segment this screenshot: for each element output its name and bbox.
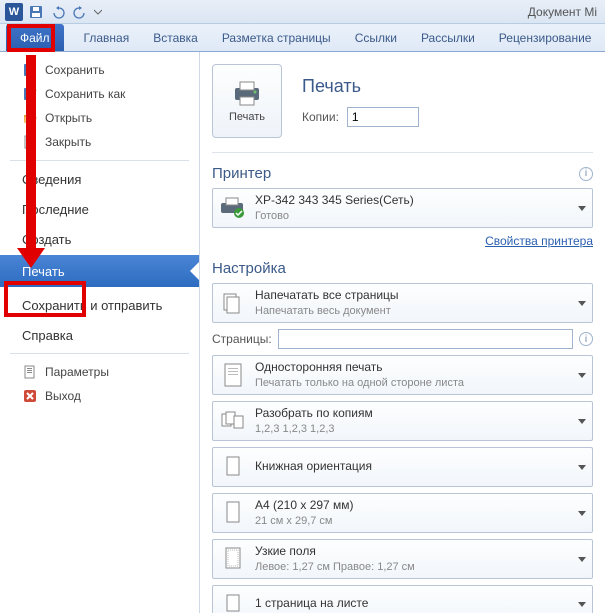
nav-options-label: Параметры bbox=[45, 365, 109, 379]
chevron-down-icon bbox=[578, 557, 586, 562]
tab-layout[interactable]: Разметка страницы bbox=[210, 24, 343, 51]
sheet-icon bbox=[219, 590, 247, 613]
margins-icon bbox=[219, 545, 247, 573]
tab-references[interactable]: Ссылки bbox=[343, 24, 409, 51]
save-as-icon bbox=[22, 86, 38, 102]
nav-exit-label: Выход bbox=[45, 389, 81, 403]
title-bar: W Документ Mi bbox=[0, 0, 605, 24]
print-title: Печать bbox=[302, 76, 419, 97]
print-range-dropdown[interactable]: Напечатать все страницы Напечатать весь … bbox=[212, 283, 593, 323]
copies-label: Копии: bbox=[302, 110, 339, 124]
pages-per-sheet-dropdown[interactable]: 1 страница на листе bbox=[212, 585, 593, 613]
chevron-down-icon bbox=[578, 206, 586, 211]
paper-size-dropdown[interactable]: A4 (210 x 297 мм) 21 см x 29,7 см bbox=[212, 493, 593, 533]
printer-icon bbox=[219, 194, 247, 222]
page-single-icon bbox=[219, 361, 247, 389]
close-icon bbox=[22, 134, 38, 150]
qat-customize-icon[interactable] bbox=[92, 2, 104, 22]
nav-separator bbox=[10, 160, 189, 161]
printer-header: Принтер i bbox=[212, 165, 593, 182]
settings-header: Настройка bbox=[212, 260, 593, 277]
open-icon bbox=[22, 110, 38, 126]
nav-print[interactable]: Печать bbox=[0, 255, 199, 287]
ribbon-tabs: Файл Главная Вставка Разметка страницы С… bbox=[0, 24, 605, 52]
pages-label: Страницы: bbox=[212, 332, 272, 346]
nav-separator bbox=[10, 353, 189, 354]
pages-row: Страницы: i bbox=[212, 329, 593, 349]
printer-properties-link[interactable]: Свойства принтера bbox=[485, 234, 593, 248]
collate-dropdown[interactable]: Разобрать по копиям 1,2,3 1,2,3 1,2,3 bbox=[212, 401, 593, 441]
chevron-down-icon bbox=[578, 511, 586, 516]
nav-save[interactable]: Сохранить bbox=[0, 58, 199, 82]
pages-info-icon[interactable]: i bbox=[579, 332, 593, 346]
orientation-dropdown[interactable]: Книжная ориентация bbox=[212, 447, 593, 487]
nav-open[interactable]: Открыть bbox=[0, 106, 199, 130]
tab-review[interactable]: Рецензирование bbox=[487, 24, 604, 51]
backstage-nav: Сохранить Сохранить как Открыть Закрыть … bbox=[0, 52, 200, 613]
collate-icon bbox=[219, 407, 247, 435]
tab-file[interactable]: Файл bbox=[6, 24, 64, 51]
tab-home[interactable]: Главная bbox=[72, 24, 142, 51]
word-app-icon[interactable]: W bbox=[4, 2, 24, 22]
printer-name: XP-342 343 345 Series(Сеть) bbox=[255, 193, 572, 209]
nav-recent[interactable]: Последние bbox=[0, 197, 199, 221]
tab-insert[interactable]: Вставка bbox=[141, 24, 210, 51]
copies-row: Копии: bbox=[302, 107, 419, 127]
chevron-down-icon bbox=[578, 301, 586, 306]
nav-open-label: Открыть bbox=[45, 111, 92, 125]
pages-icon bbox=[219, 289, 247, 317]
redo-icon[interactable] bbox=[70, 2, 90, 22]
nav-options[interactable]: Параметры bbox=[0, 360, 199, 384]
nav-close-label: Закрыть bbox=[45, 135, 91, 149]
print-header: Печать Печать Копии: bbox=[212, 64, 593, 153]
nav-save-as-label: Сохранить как bbox=[45, 87, 125, 101]
print-button[interactable]: Печать bbox=[212, 64, 282, 138]
nav-new[interactable]: Создать bbox=[0, 227, 199, 251]
nav-exit[interactable]: Выход bbox=[0, 384, 199, 408]
portrait-icon bbox=[219, 453, 247, 481]
print-content: Печать Печать Копии: Принтер i XP-342 34… bbox=[200, 52, 605, 613]
exit-icon bbox=[22, 388, 38, 404]
printer-dropdown[interactable]: XP-342 343 345 Series(Сеть) Готово bbox=[212, 188, 593, 228]
nav-close[interactable]: Закрыть bbox=[0, 130, 199, 154]
copies-input[interactable] bbox=[347, 107, 419, 127]
printer-info-icon[interactable]: i bbox=[579, 167, 593, 181]
save-icon[interactable] bbox=[26, 2, 46, 22]
undo-icon[interactable] bbox=[48, 2, 68, 22]
tab-mailings[interactable]: Рассылки bbox=[409, 24, 487, 51]
options-icon bbox=[22, 364, 38, 380]
nav-save-label: Сохранить bbox=[45, 63, 105, 77]
chevron-down-icon bbox=[578, 373, 586, 378]
chevron-down-icon bbox=[578, 465, 586, 470]
margins-dropdown[interactable]: Узкие поля Левое: 1,27 см Правое: 1,27 с… bbox=[212, 539, 593, 579]
sides-dropdown[interactable]: Односторонняя печать Печатать только на … bbox=[212, 355, 593, 395]
nav-share[interactable]: Сохранить и отправить bbox=[0, 293, 199, 317]
print-title-block: Печать Копии: bbox=[302, 76, 419, 127]
printer-status: Готово bbox=[255, 209, 572, 223]
chevron-down-icon bbox=[578, 419, 586, 424]
pages-input[interactable] bbox=[278, 329, 573, 349]
chevron-down-icon bbox=[578, 602, 586, 607]
nav-info[interactable]: Сведения bbox=[0, 167, 199, 191]
document-title: Документ Mi bbox=[528, 5, 601, 19]
save-icon bbox=[22, 62, 38, 78]
nav-help[interactable]: Справка bbox=[0, 323, 199, 347]
page-size-icon bbox=[219, 499, 247, 527]
nav-save-as[interactable]: Сохранить как bbox=[0, 82, 199, 106]
backstage: Сохранить Сохранить как Открыть Закрыть … bbox=[0, 52, 605, 613]
print-button-label: Печать bbox=[229, 111, 265, 123]
